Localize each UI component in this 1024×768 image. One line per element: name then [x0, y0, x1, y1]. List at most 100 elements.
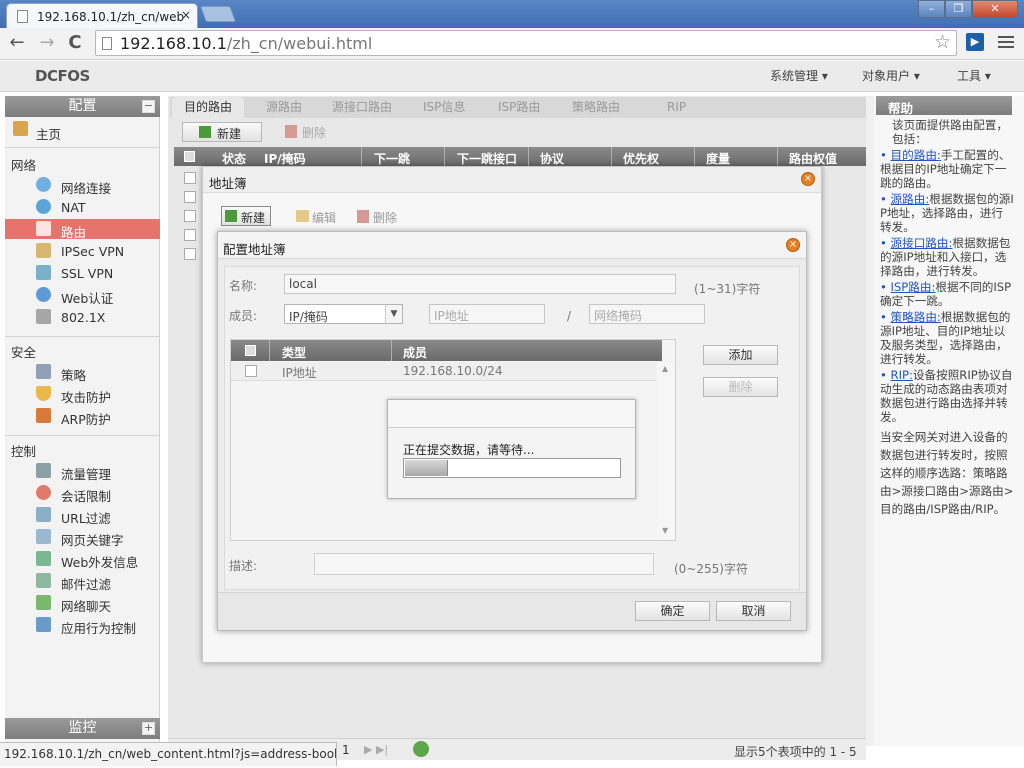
- scroll-up-icon[interactable]: ▲: [662, 364, 668, 373]
- row-checkbox[interactable]: [184, 172, 196, 184]
- address-book-delete-button[interactable]: 删除: [357, 209, 397, 226]
- back-icon[interactable]: ←: [6, 32, 28, 53]
- delete-route-button[interactable]: 删除: [285, 124, 326, 141]
- traffic-icon: [36, 463, 51, 478]
- browser-tab[interactable]: 192.168.10.1/zh_cn/web ×: [6, 3, 198, 28]
- member-type-select[interactable]: IP/掩码 ▼: [284, 304, 403, 324]
- add-icon: [199, 126, 211, 138]
- sidebar-item-app-control[interactable]: 应用行为控制: [5, 615, 160, 636]
- close-icon[interactable]: ×: [801, 172, 815, 186]
- tab-destination-route[interactable]: 目的路由: [172, 97, 245, 118]
- sidebar-item-traffic-mgmt[interactable]: 流量管理: [5, 461, 160, 482]
- route-table-header: 状态 IP/掩码 下一跳 下一跳接口 协议 优先权 度量 路由权值: [174, 147, 866, 166]
- row-checkbox[interactable]: [184, 210, 196, 222]
- tab-policy-route[interactable]: 策略路由: [560, 97, 632, 118]
- collapse-icon[interactable]: −: [142, 100, 155, 113]
- new-route-button[interactable]: 新建: [182, 122, 262, 142]
- menu-tools[interactable]: 工具 ▾: [957, 67, 991, 84]
- help-link-source-interface-route[interactable]: 源接口路由:: [891, 236, 953, 250]
- help-link-destination-route[interactable]: 目的路由:: [891, 148, 941, 162]
- row-checkbox[interactable]: [245, 365, 257, 377]
- member-table-scrollbar[interactable]: ▲ ▼: [658, 362, 674, 540]
- next-page-icon[interactable]: ▶ ▶|: [364, 743, 388, 756]
- remove-member-button[interactable]: 删除: [703, 377, 778, 397]
- ok-button[interactable]: 确定: [635, 601, 710, 621]
- sidebar-item-home[interactable]: 主页: [5, 121, 160, 142]
- section-control: 控制: [11, 444, 37, 459]
- page-icon: [17, 10, 28, 23]
- col-type: 类型: [282, 346, 307, 360]
- help-link-isp-route[interactable]: ISP路由:: [891, 280, 936, 294]
- sidebar-item-web-outbound[interactable]: Web外发信息: [5, 549, 160, 570]
- sidebar-item-8021x[interactable]: 802.1X: [5, 307, 160, 327]
- new-tab-button[interactable]: [200, 6, 236, 22]
- row-checkbox[interactable]: [184, 248, 196, 260]
- sidebar-item-network-connection[interactable]: 网络连接: [5, 175, 160, 196]
- window-maximize-button[interactable]: ❐: [945, 0, 972, 18]
- sidebar-item-attack-defense[interactable]: 攻击防护: [5, 384, 160, 405]
- close-icon[interactable]: ×: [786, 238, 800, 252]
- help-splitter[interactable]: [866, 96, 874, 746]
- description-field[interactable]: [314, 553, 654, 575]
- name-field[interactable]: local: [284, 274, 676, 294]
- select-all-checkbox[interactable]: [184, 151, 195, 162]
- window-close-button[interactable]: ✕: [972, 0, 1018, 18]
- sidebar-item-ssl-vpn[interactable]: SSL VPN: [5, 263, 160, 283]
- row-checkbox[interactable]: [184, 229, 196, 241]
- sidebar-item-nat[interactable]: NAT: [5, 197, 160, 217]
- tab-source-route[interactable]: 源路由: [254, 97, 314, 118]
- help-link-policy-route[interactable]: 策略路由:: [891, 310, 941, 324]
- sidebar-monitor-header[interactable]: 监控: [5, 718, 160, 739]
- help-link-source-route[interactable]: 源路由:: [891, 192, 930, 206]
- sidebar-item-routing[interactable]: 路由: [5, 219, 160, 240]
- ip-address-input[interactable]: IP地址: [429, 304, 545, 324]
- window-minimize-button[interactable]: –: [918, 0, 945, 18]
- address-book-new-button[interactable]: 新建: [221, 206, 271, 226]
- sidebar-item-im[interactable]: 网络聊天: [5, 593, 160, 614]
- tab-isp-route[interactable]: ISP路由: [486, 97, 552, 118]
- extension-icon[interactable]: ▶: [966, 33, 984, 51]
- sidebar-item-web-auth[interactable]: Web认证: [5, 285, 160, 306]
- sidebar-item-session-limit[interactable]: 会话限制: [5, 483, 160, 504]
- col-weight: 路由权值: [789, 152, 838, 166]
- sidebar-item-ipsec-vpn[interactable]: IPSec VPN: [5, 241, 160, 261]
- row-checkbox[interactable]: [184, 191, 196, 203]
- table-row[interactable]: IP地址 192.168.10.0/24: [231, 362, 656, 381]
- trash-icon: [285, 125, 297, 138]
- reload-icon[interactable]: C: [64, 32, 86, 53]
- menu-object-users[interactable]: 对象用户 ▾: [862, 67, 920, 84]
- session-icon: [36, 485, 51, 500]
- sidebar-item-policy[interactable]: 策略: [5, 362, 160, 383]
- sidebar-config-header[interactable]: 配置: [5, 96, 160, 117]
- app-control-icon: [36, 617, 51, 632]
- ipsec-icon: [36, 243, 51, 258]
- ssl-vpn-icon: [36, 265, 51, 280]
- help-link-rip[interactable]: RIP:: [891, 368, 913, 382]
- address-book-edit-button[interactable]: 编辑: [296, 209, 336, 226]
- sidebar-item-web-keyword[interactable]: 网页关键字: [5, 527, 160, 548]
- cancel-button[interactable]: 取消: [716, 601, 791, 621]
- tab-isp-info[interactable]: ISP信息: [411, 97, 477, 118]
- forward-icon[interactable]: →: [36, 32, 58, 53]
- menu-system-admin[interactable]: 系统管理 ▾: [770, 67, 828, 84]
- tab-rip[interactable]: RIP: [655, 97, 698, 118]
- tab-close-icon[interactable]: ×: [181, 8, 191, 22]
- divider: [5, 147, 160, 148]
- expand-icon[interactable]: +: [142, 722, 155, 735]
- netmask-input[interactable]: 网络掩码: [589, 304, 705, 324]
- bookmark-star-icon[interactable]: ☆: [934, 31, 951, 53]
- browser-menu-icon[interactable]: [998, 33, 1014, 49]
- sidebar-item-url-filter[interactable]: URL过滤: [5, 505, 160, 526]
- address-bar[interactable]: 192.168.10.1/zh_cn/webui.html: [95, 30, 957, 56]
- col-status: 状态: [222, 152, 247, 166]
- select-all-checkbox[interactable]: [245, 345, 256, 356]
- member-table-header: 类型 成员: [231, 340, 662, 361]
- sidebar-item-mail-filter[interactable]: 邮件过滤: [5, 571, 160, 592]
- tab-source-interface-route[interactable]: 源接口路由: [320, 97, 404, 118]
- add-member-button[interactable]: 添加: [703, 345, 778, 365]
- sidebar-item-arp-defense[interactable]: ARP防护: [5, 406, 160, 427]
- refresh-icon[interactable]: [413, 741, 429, 757]
- web-auth-icon: [36, 287, 51, 302]
- scroll-down-icon[interactable]: ▼: [662, 526, 668, 535]
- mail-filter-icon: [36, 573, 51, 588]
